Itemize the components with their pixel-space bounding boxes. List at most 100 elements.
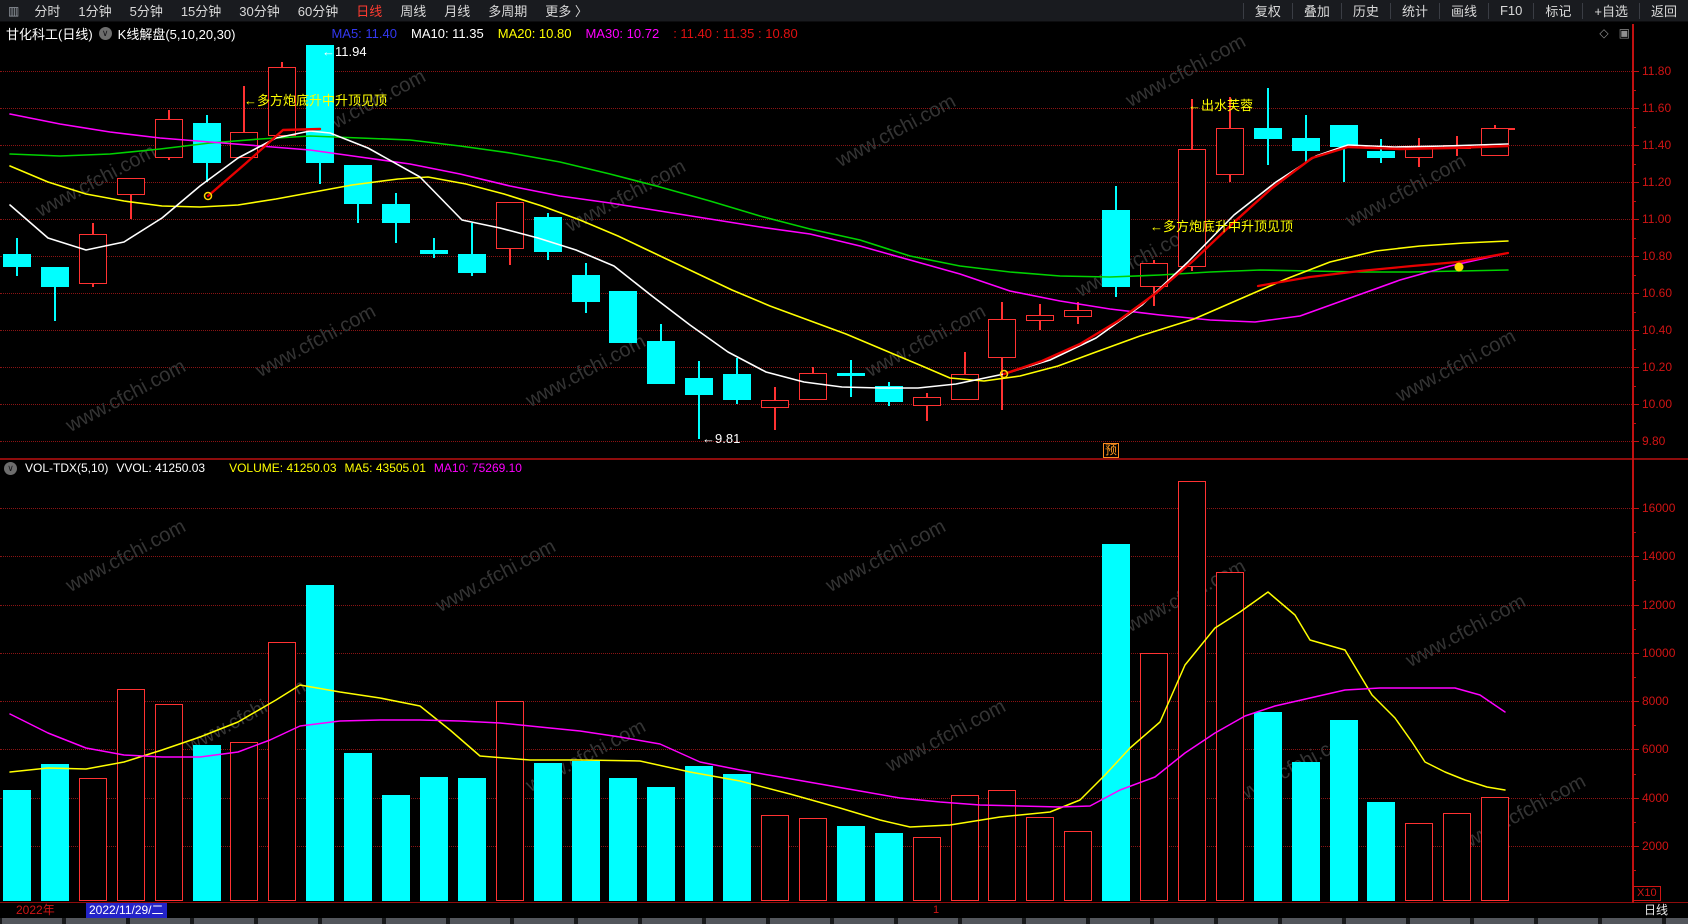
chevron-down-icon[interactable]: ∨ [98, 26, 112, 40]
volume-bar-up [1064, 831, 1093, 901]
candle-up [78, 233, 107, 284]
volume-bar-up [230, 742, 259, 901]
toolbar-button-1[interactable]: 叠加 [1291, 2, 1341, 19]
scrollbar-segment[interactable] [1154, 918, 1214, 924]
scrollbar-segment[interactable] [1218, 918, 1278, 924]
scrollbar-segment[interactable] [1346, 918, 1406, 924]
toolbar-button-8[interactable]: 返回 [1638, 2, 1688, 19]
volume-bar-down [571, 761, 600, 901]
menu-item-7[interactable]: 周线 [391, 1, 435, 20]
axis-label: 14000 [1642, 549, 1676, 564]
scrollbar-segment[interactable] [1474, 918, 1534, 924]
stock-title: 甘化科工(日线) [6, 26, 93, 42]
candle-down [723, 374, 752, 401]
toolbar-button-0[interactable]: 复权 [1242, 2, 1292, 19]
axis-tick [1632, 145, 1639, 146]
menu-item-1[interactable]: 1分钟 [69, 1, 120, 20]
axis-tick [1632, 846, 1639, 847]
menu-item-0[interactable]: 分时 [25, 1, 69, 20]
volume-bar-down [344, 753, 373, 901]
scrollbar-segment[interactable] [386, 918, 446, 924]
axis-tick [1632, 367, 1639, 368]
panel-icon[interactable]: ▣ [1619, 26, 1630, 40]
ma-label-4: : 11.40 : 11.35 : 10.80 [673, 25, 798, 41]
toolbar-button-4[interactable]: 画线 [1438, 2, 1488, 19]
scrollbar-segment[interactable] [258, 918, 318, 924]
menu-item-10[interactable]: 更多 〉 [536, 1, 597, 20]
axis-tick [1632, 126, 1636, 128]
menu-item-2[interactable]: 5分钟 [121, 1, 172, 20]
candle-up [1140, 263, 1168, 288]
scrollbar-segment[interactable] [1538, 918, 1598, 924]
scrollbar-segment[interactable] [1666, 918, 1688, 924]
vvol-value: VVOL: 41250.03 [116, 461, 206, 475]
axis-tick [1632, 604, 1639, 606]
ma-label-1: MA10: 11.35 [410, 25, 484, 41]
menu-item-4[interactable]: 30分钟 [230, 1, 288, 20]
volume-bar-down [533, 762, 562, 901]
menu-item-6[interactable]: 日线 [347, 1, 391, 20]
indicator-name: K线解盘(5,10,20,30) [117, 26, 236, 42]
diamond-icon[interactable]: ◇ [1599, 26, 1608, 40]
price-gridline [0, 293, 1632, 294]
axis-tick [1632, 385, 1636, 387]
candle-wick [1266, 87, 1269, 166]
scrollbar-segment[interactable] [706, 918, 766, 924]
toolbar-button-5[interactable]: F10 [1487, 2, 1533, 19]
toolbar-button-3[interactable]: 统计 [1389, 2, 1439, 19]
scrollbar-segment[interactable] [514, 918, 574, 924]
candle-down [1253, 128, 1282, 140]
scrollbar-segment[interactable] [194, 918, 254, 924]
candle-down [533, 217, 562, 253]
menu-item-5[interactable]: 60分钟 [289, 1, 347, 20]
scrollbar-segment[interactable] [322, 918, 382, 924]
scrollbar-segment[interactable] [962, 918, 1022, 924]
toolbar-button-6[interactable]: 标记 [1533, 2, 1582, 19]
axis-label: 11.40 [1642, 138, 1672, 152]
chart-annotation-4: ←9.81 [702, 431, 741, 446]
candle-down [874, 385, 903, 403]
scrollbar-segment[interactable] [130, 918, 190, 924]
axis-tick [1632, 219, 1639, 220]
candle-down [344, 165, 373, 205]
volume-bar-up [268, 641, 297, 901]
chevron-down-icon[interactable]: ∨ [4, 461, 17, 475]
menu-item-9[interactable]: 多周期 [479, 1, 536, 20]
menu-item-8[interactable]: 月线 [435, 1, 479, 20]
horizontal-scrollbar[interactable] [0, 918, 1688, 924]
scrollbar-segment[interactable] [898, 918, 958, 924]
scrollbar-segment[interactable] [2, 918, 62, 924]
volume-bar-up [495, 701, 524, 901]
volume-bar-down [647, 786, 676, 901]
candle-up [1215, 128, 1244, 175]
scrollbar-segment[interactable] [450, 918, 510, 924]
scrollbar-segment[interactable] [1090, 918, 1150, 924]
menu-item-3[interactable]: 15分钟 [172, 1, 230, 20]
volume-bar-up [154, 703, 183, 901]
app-window-icon[interactable]: ▥ [8, 4, 19, 18]
scrollbar-segment[interactable] [834, 918, 894, 924]
toolbar-button-7[interactable]: +自选 [1582, 2, 1639, 19]
scrollbar-segment[interactable] [770, 918, 830, 924]
scrollbar-segment[interactable] [1602, 918, 1662, 924]
scrollbar-segment[interactable] [1282, 918, 1342, 924]
candle-down [457, 254, 486, 273]
candle-up [1481, 128, 1510, 157]
volume-bar-down [192, 744, 221, 901]
scrollbar-segment[interactable] [578, 918, 638, 924]
scrollbar-segment[interactable] [1410, 918, 1470, 924]
volume-bar-up [116, 689, 145, 901]
candle-down [571, 274, 600, 303]
forecast-badge[interactable]: 预 [1103, 443, 1120, 458]
price-axis-line [1632, 24, 1634, 918]
candle-up [116, 178, 145, 195]
scrollbar-segment[interactable] [66, 918, 126, 924]
candle-up [154, 119, 183, 158]
toolbar-button-2[interactable]: 历史 [1340, 2, 1390, 19]
volume-gridline [0, 701, 1632, 703]
date-axis-bar[interactable]: 2022年 2022/11/29/二 1 日线 [0, 903, 1688, 918]
volume-bar-down [723, 773, 752, 901]
scrollbar-segment[interactable] [1026, 918, 1086, 924]
volume-bar-up [988, 789, 1017, 901]
scrollbar-segment[interactable] [642, 918, 702, 924]
